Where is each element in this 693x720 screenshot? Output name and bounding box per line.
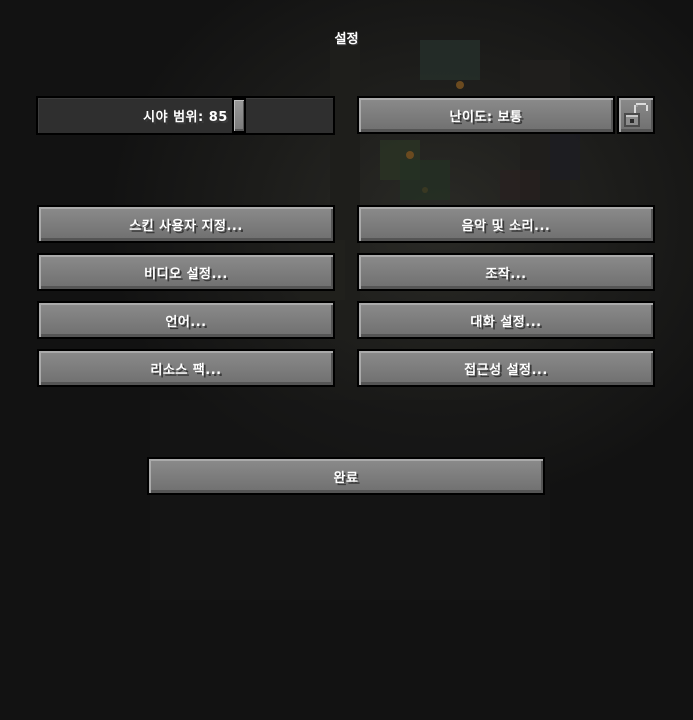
- unlocked-padlock-icon: [624, 103, 648, 127]
- skin-customization-label: 스킨 사용자 지정...: [129, 218, 243, 234]
- view-distance-label: 시야 범위: 85: [143, 110, 228, 125]
- controls-button[interactable]: 조작...: [357, 253, 655, 291]
- resource-packs-label: 리소스 팩...: [150, 362, 222, 378]
- video-settings-button[interactable]: 비디오 설정...: [37, 253, 335, 291]
- controls-label: 조작...: [485, 266, 527, 282]
- difficulty-label: 난이도: 보통: [449, 109, 523, 125]
- difficulty-lock-button[interactable]: [617, 96, 655, 134]
- chat-settings-button[interactable]: 대화 설정...: [357, 301, 655, 339]
- settings-screen: 설정 시야 범위: 85 난이도: 보통 스킨 사용자 지정... 음악 및 소…: [0, 0, 693, 720]
- chat-settings-label: 대화 설정...: [470, 314, 542, 330]
- done-label: 완료: [333, 470, 359, 486]
- done-button[interactable]: 완료: [147, 457, 545, 495]
- accessibility-button[interactable]: 접근성 설정...: [357, 349, 655, 387]
- music-sounds-label: 음악 및 소리...: [461, 218, 551, 234]
- language-label: 언어...: [165, 314, 207, 330]
- view-distance-slider[interactable]: 시야 범위: 85: [36, 96, 335, 135]
- video-settings-label: 비디오 설정...: [144, 266, 228, 282]
- accessibility-label: 접근성 설정...: [464, 362, 548, 378]
- music-sounds-button[interactable]: 음악 및 소리...: [357, 205, 655, 243]
- resource-packs-button[interactable]: 리소스 팩...: [37, 349, 335, 387]
- skin-customization-button[interactable]: 스킨 사용자 지정...: [37, 205, 335, 243]
- language-button[interactable]: 언어...: [37, 301, 335, 339]
- page-title: 설정: [334, 32, 359, 47]
- difficulty-button[interactable]: 난이도: 보통: [357, 96, 615, 134]
